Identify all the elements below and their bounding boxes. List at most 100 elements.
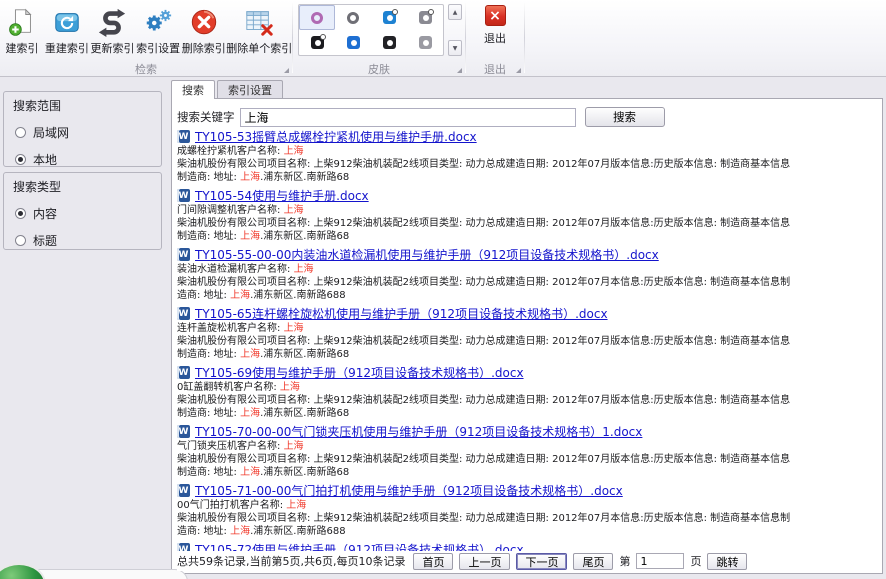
result-title-row: W TY105-71-00-00气门拍打机使用与维护手册（912项目设备技术规格书… [177,483,878,498]
delete-index-button[interactable]: 删除索引 [181,0,227,58]
exit-button-label: 退出 [484,30,506,46]
result-link[interactable]: TY105-69使用与维护手册（912项目设备技术规格书）.docx [195,365,524,381]
first-page-button[interactable]: 首页 [413,553,453,570]
exit-button[interactable]: × 退出 [484,5,506,46]
skin-black-clock[interactable] [299,30,335,55]
skin-purple-ring[interactable] [299,5,335,30]
skin-purple-ring-icon [311,12,323,24]
ribbon-empty-area [525,0,886,76]
search-panel: 搜索关键字 搜索 WTY105-53摇臂总成螺栓拧紧机使用与维护手册.docx成… [171,98,883,574]
result-description-line: 柴油机股份有限公司项目名称: 上柴912柴油机装配2线项目类型: 动力总成建造日… [177,158,878,171]
pagination-bar: 总共59条记录,当前第5页,共6页,每页10条记录 首页 上一页 下一页 尾页 … [177,551,878,571]
skin-silver-icon [419,36,432,49]
result-title-row: WTY105-55-00-00内装油水道检漏机使用与维护手册（912项目设备技术… [177,247,878,262]
result-item: WTY105-55-00-00内装油水道检漏机使用与维护手册（912项目设备技术… [177,247,878,302]
keyword-highlight: 上海 [230,290,250,301]
radio-selected-icon[interactable] [15,208,26,219]
search-keyword-label: 搜索关键字 [177,109,235,125]
result-link[interactable]: TY105-54使用与维护手册.docx [195,188,369,204]
index-settings-button[interactable]: 索引设置 [135,0,181,58]
ribbon-group-caption-skin: 皮肤 [293,61,465,76]
gallery-scroll-down-icon[interactable]: ▼ [448,40,462,56]
group-dialog-launcher-icon[interactable] [457,68,462,73]
tab-search[interactable]: 搜索 [171,80,215,99]
search-keyword-input[interactable] [240,108,576,127]
radio-option-本地[interactable]: 本地 [15,151,161,168]
result-item: W TY105-71-00-00气门拍打机使用与维护手册（912项目设备技术规格书… [177,483,878,538]
radio-option-标题[interactable]: 标题 [15,232,161,249]
radio-option-局域网[interactable]: 局域网 [15,124,161,141]
group-dialog-launcher-icon[interactable] [284,68,289,73]
create-index-button[interactable]: 建索引 [0,0,44,58]
radio-label: 局域网 [33,124,69,141]
prev-page-button[interactable]: 上一页 [459,553,510,570]
search-scope-options: 局域网本地 [4,124,161,168]
last-page-button[interactable]: 尾页 [573,553,613,570]
radio-unselected-icon[interactable] [15,235,26,246]
result-link[interactable]: TY105-65连杆螺栓旋松机使用与维护手册（912项目设备技术规格书）.doc… [195,306,608,322]
gallery-scroll-up-icon[interactable]: ▲ [448,4,462,20]
jump-button[interactable]: 跳转 [707,553,747,570]
word-document-icon: W [177,484,190,497]
result-description-line: 制造商: 地址: 上海.浦东新区.南新路68 [177,171,878,184]
keyword-highlight: 上海 [294,264,314,275]
ribbon-group-exit: × 退出 退出 [466,0,524,76]
result-link[interactable]: TY105-71-00-00气门拍打机使用与维护手册（912项目设备技术规格书）… [195,483,623,499]
skin-light-clock[interactable] [407,5,443,30]
skin-blue-clock-icon [383,11,396,24]
group-dialog-launcher-icon[interactable] [516,68,521,73]
result-item: W TY105-70-00-00气门锁夹压机使用与维护手册（912项目设备技术规格… [177,424,878,479]
next-page-button[interactable]: 下一页 [516,553,567,570]
skin-silver[interactable] [407,30,443,55]
result-description-line: 成螺栓拧紧机客户名称: 上海 [177,145,878,158]
radio-unselected-icon[interactable] [15,127,26,138]
word-document-icon: W [177,425,190,438]
delete-single-index-button[interactable]: 删除单个索引 [227,0,292,58]
result-description-line: 制造商: 地址: 上海.浦东新区.南新路68 [177,230,878,243]
drawer-handle-ball-icon[interactable] [0,563,46,579]
skin-blue[interactable] [335,30,371,55]
ribbon: 建索引 重建索引 更新索引 索引设置 [0,0,886,77]
rebuild-index-icon [52,4,82,40]
delete-single-index-label: 删除单个索引 [226,40,292,56]
result-description-line: 00气门拍打机客户名称: 上海 [177,499,878,512]
skin-gray-ring-icon [347,12,359,24]
result-link[interactable]: TY105-53摇臂总成螺栓拧紧机使用与维护手册.docx [195,129,477,145]
word-document-icon: W [177,307,190,320]
page-number-input[interactable] [636,553,684,569]
main-tabstrip: 搜索 索引设置 [171,80,283,98]
search-button[interactable]: 搜索 [585,107,665,127]
update-index-button[interactable]: 更新索引 [90,0,136,58]
update-index-icon [97,4,127,40]
result-description-line: 装油水道检漏机客户名称: 上海 [177,263,878,276]
page-number-suffix: 页 [690,553,701,569]
keyword-highlight: 上海 [286,500,306,511]
ribbon-group-index: 建索引 重建索引 更新索引 索引设置 [0,0,292,76]
radio-selected-icon[interactable] [15,154,26,165]
group-caption-text: 退出 [484,61,506,77]
skin-gray-ring[interactable] [335,5,371,30]
skin-gallery [298,4,444,56]
rebuild-index-button[interactable]: 重建索引 [44,0,90,58]
radio-option-内容[interactable]: 内容 [15,205,161,222]
result-link[interactable]: TY105-70-00-00气门锁夹压机使用与维护手册（912项目设备技术规格书… [195,424,642,440]
radio-label: 内容 [33,205,57,222]
app-window: { "colors": { "word_icon_blue": "#2b579a… [0,0,886,579]
result-description-line: 门间隙调整机客户名称: 上海 [177,204,878,217]
tab-index-settings[interactable]: 索引设置 [217,80,283,98]
bottom-left-drawer [20,569,188,579]
keyword-highlight: 上海 [230,526,250,537]
search-type-title: 搜索类型 [4,173,161,195]
keyword-highlight: 上海 [284,205,304,216]
result-item: W TY105-65连杆螺栓旋松机使用与维护手册（912项目设备技术规格书）.do… [177,306,878,361]
result-item: WTY105-53摇臂总成螺栓拧紧机使用与维护手册.docx成螺栓拧紧机客户名称… [177,129,878,184]
skin-black[interactable] [371,30,407,55]
result-description-line: 0缸盖翻转机客户名称: 上海 [177,381,878,394]
skin-light-clock-icon [419,11,432,24]
keyword-highlight: 上海 [240,467,260,478]
skin-blue-icon [347,36,360,49]
result-link[interactable]: TY105-55-00-00内装油水道检漏机使用与维护手册（912项目设备技术规… [195,247,659,263]
delete-index-label: 删除索引 [182,40,226,56]
group-caption-text: 皮肤 [368,61,390,77]
skin-blue-clock[interactable] [371,5,407,30]
